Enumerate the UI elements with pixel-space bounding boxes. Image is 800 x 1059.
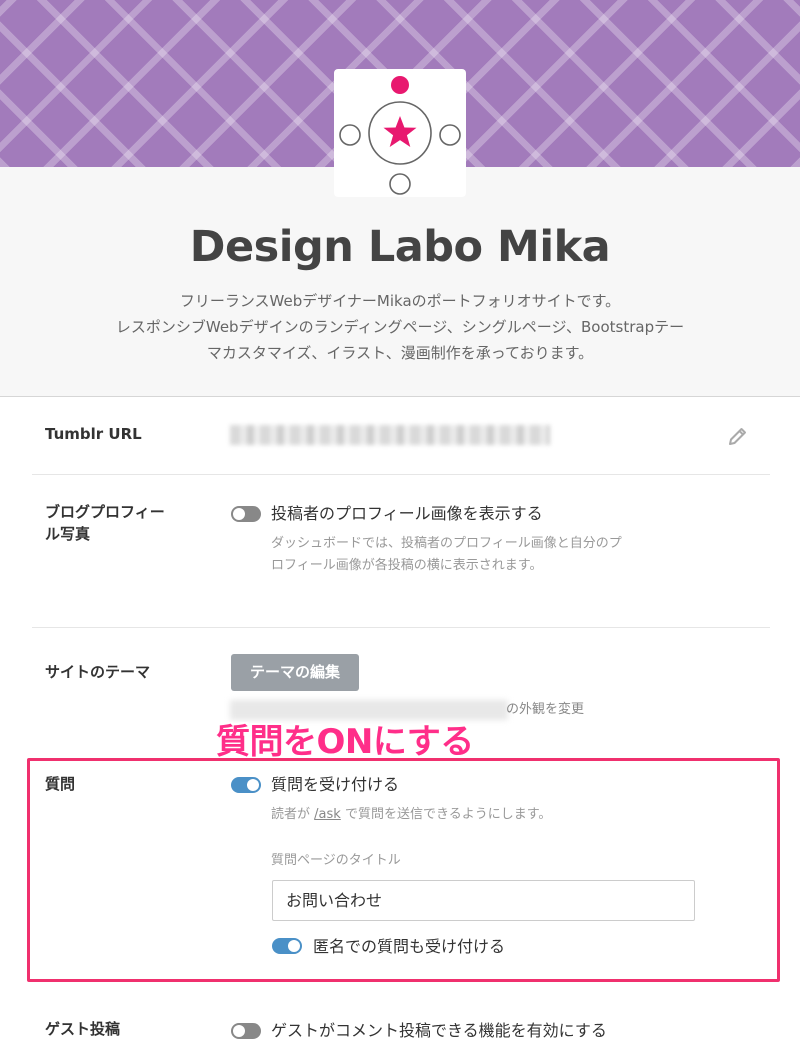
tumblr-url-label: Tumblr URL	[45, 425, 142, 443]
annotation-callout: 質問をONにする	[216, 722, 474, 762]
blog-description: フリーランスWebデザイナーMikaのポートフォリオサイトです。 レスポンシブW…	[60, 288, 740, 366]
edit-theme-button[interactable]: テーマの編集	[231, 654, 359, 691]
profile-photo-label: ブログプロフィー ル写真	[45, 501, 165, 545]
blog-description-line: レスポンシブWebデザインのランディングページ、シングルページ、Bootstra…	[115, 318, 685, 336]
profile-photo-help: ダッシュボードでは、投稿者のプロフィール画像と自分のプ ロフィール画像が各投稿の…	[271, 533, 622, 577]
blog-title: Design Labo Mika	[189, 222, 611, 272]
ask-page-title-input[interactable]: お問い合わせ	[272, 880, 695, 921]
profile-photo-toggle-label: 投稿者のプロフィール画像を表示する	[271, 504, 543, 523]
divider	[32, 627, 770, 628]
ask-link[interactable]: /ask	[314, 807, 341, 822]
theme-label: サイトのテーマ	[45, 663, 151, 681]
profile-photo-label-line: ブログプロフィー	[45, 503, 165, 521]
logo-icon	[339, 76, 461, 195]
profile-photo-label-line: ル写真	[45, 525, 91, 543]
profile-photo-help-line: ダッシュボードでは、投稿者のプロフィール画像と自分のプ	[271, 536, 622, 551]
divider	[32, 474, 770, 475]
blog-avatar[interactable]	[334, 69, 466, 197]
tumblr-url-value	[230, 425, 550, 445]
ask-toggle-label: 質問を受け付ける	[271, 775, 400, 794]
anon-ask-label: 匿名での質問も受け付ける	[313, 937, 506, 956]
pencil-icon[interactable]	[726, 424, 750, 448]
theme-help: の外観を変更	[506, 702, 585, 717]
ask-page-title-label: 質問ページのタイトル	[271, 853, 401, 868]
anon-ask-toggle[interactable]	[272, 938, 302, 954]
ask-help-prefix: 読者が	[271, 807, 311, 822]
ask-help: 読者が /ask で質問を送信できるようにします。	[271, 804, 551, 826]
ask-label: 質問	[45, 775, 76, 793]
profile-photo-toggle[interactable]	[231, 506, 261, 522]
ask-help-suffix: で質問を送信できるようにします。	[344, 807, 552, 822]
blog-description-line: マカスタマイズ、イラスト、漫画制作を承っております。	[206, 344, 594, 362]
ask-toggle[interactable]	[231, 777, 261, 793]
guest-toggle[interactable]	[231, 1023, 261, 1039]
guest-toggle-label: ゲストがコメント投稿できる機能を有効にする	[271, 1021, 607, 1040]
blog-description-line: フリーランスWebデザイナーMikaのポートフォリオサイトです。	[179, 292, 621, 310]
guest-label: ゲスト投稿	[45, 1020, 121, 1038]
profile-photo-help-line: ロフィール画像が各投稿の横に表示されます。	[271, 558, 543, 573]
